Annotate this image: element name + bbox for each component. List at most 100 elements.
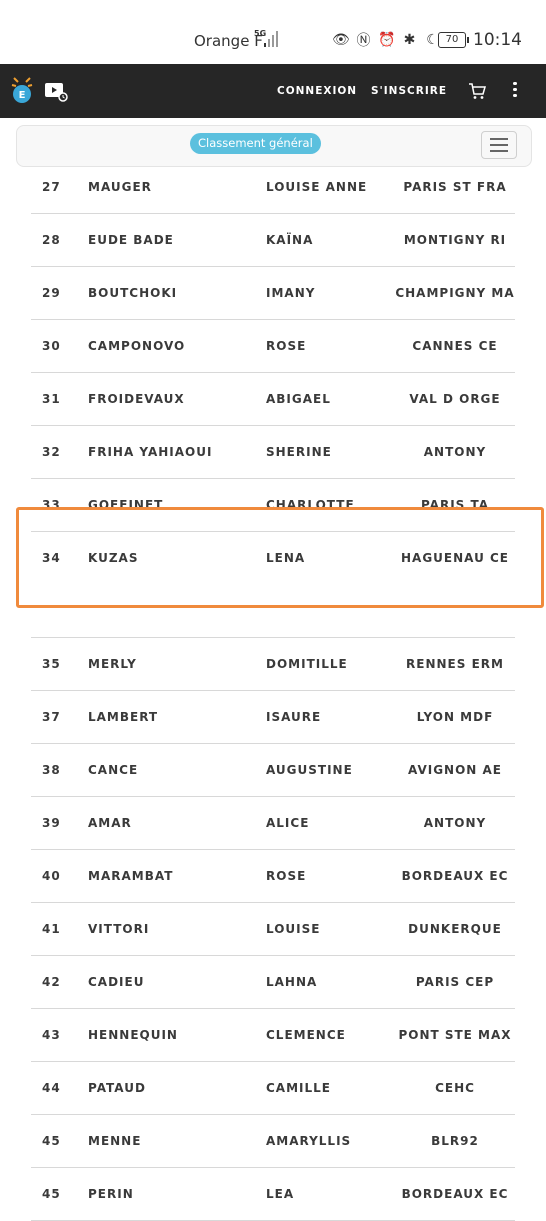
table-row[interactable]: 45 PERIN LEA BORDEAUX EC <box>31 1168 515 1221</box>
table-row[interactable]: 38 CANCE AUGUSTINE AVIGNON AE <box>31 744 515 797</box>
last-name-cell: KUZAS <box>88 551 139 565</box>
last-name-cell: CAMPONOVO <box>88 339 186 353</box>
table-row[interactable]: 35 MERLY DOMITILLE RENNES ERM <box>31 638 515 691</box>
first-name-cell: CLEMENCE <box>266 1028 346 1042</box>
svg-text:E: E <box>19 90 26 101</box>
club-cell: PARIS CEP <box>415 975 495 989</box>
app-bar: E CONNEXION S'INSCRIRE <box>0 64 546 118</box>
first-name-cell: LEA <box>266 1187 295 1201</box>
club-cell: ANTONY <box>423 816 487 830</box>
club-cell: PARIS ST FRA <box>403 180 507 194</box>
rank-cell: 45 <box>42 1134 61 1148</box>
last-name-cell: CADIEU <box>88 975 145 989</box>
signup-link[interactable]: S'INSCRIRE <box>371 64 447 118</box>
first-name-cell: LOUISE ANNE <box>266 180 368 194</box>
club-cell: BORDEAUX EC <box>401 869 509 883</box>
rank-cell: 34 <box>42 551 61 565</box>
signal-strength-icon <box>264 31 278 47</box>
first-name-cell: AUGUSTINE <box>266 763 353 777</box>
video-icon[interactable] <box>44 82 68 102</box>
first-name-cell: ROSE <box>266 869 307 883</box>
table-row[interactable]: 28 EUDE BADE KAÏNA MONTIGNY RI <box>31 214 515 267</box>
rank-cell: 27 <box>42 180 61 194</box>
rank-cell: 45 <box>42 1187 61 1201</box>
nfc-icon: Ⓝ <box>356 33 371 49</box>
last-name-cell: FROIDEVAUX <box>88 392 185 406</box>
table-row[interactable]: 43 HENNEQUIN CLEMENCE PONT STE MAX <box>31 1009 515 1062</box>
rank-cell: 35 <box>42 657 61 671</box>
battery-level: 70 <box>445 34 459 45</box>
rank-cell: 30 <box>42 339 61 353</box>
filter-pill[interactable]: Classement général <box>190 133 321 154</box>
rank-cell: 29 <box>42 286 61 300</box>
last-name-cell: MERLY <box>88 657 137 671</box>
first-name-cell: CAMILLE <box>266 1081 331 1095</box>
club-cell: PONT STE MAX <box>398 1028 512 1042</box>
last-name-cell: PATAUD <box>88 1081 146 1095</box>
battery-icon: 70 <box>438 32 469 48</box>
club-cell: ANTONY <box>423 445 487 459</box>
rank-cell: 41 <box>42 922 61 936</box>
first-name-cell: KAÏNA <box>266 233 314 247</box>
table-row[interactable]: 42 CADIEU LAHNA PARIS CEP <box>31 956 515 1009</box>
last-name-cell: HENNEQUIN <box>88 1028 178 1042</box>
last-name-cell: BOUTCHOKI <box>88 286 178 300</box>
first-name-cell: ABIGAEL <box>266 392 331 406</box>
app-logo-icon[interactable]: E <box>10 76 34 106</box>
rank-cell: 37 <box>42 710 61 724</box>
rank-cell: 28 <box>42 233 61 247</box>
first-name-cell: LAHNA <box>266 975 318 989</box>
last-name-cell: VITTORI <box>88 922 150 936</box>
rank-cell: 44 <box>42 1081 61 1095</box>
club-cell: LYON MDF <box>416 710 494 724</box>
login-link[interactable]: CONNEXION <box>277 64 357 118</box>
table-row[interactable]: 32 FRIHA YAHIAOUI SHERINE ANTONY <box>31 426 515 479</box>
table-row[interactable]: 27 MAUGER LOUISE ANNE PARIS ST FRA <box>31 161 515 214</box>
last-name-cell: CANCE <box>88 763 139 777</box>
club-cell: VAL D ORGE <box>409 392 501 406</box>
table-row[interactable]: 44 PATAUD CAMILLE CEHC <box>31 1062 515 1115</box>
table-row[interactable]: 41 VITTORI LOUISE DUNKERQUE <box>31 903 515 956</box>
first-name-cell: ISAURE <box>266 710 322 724</box>
last-name-cell: EUDE BADE <box>88 233 174 247</box>
club-cell: RENNES ERM <box>406 657 504 671</box>
last-name-cell: LAMBERT <box>88 710 159 724</box>
first-name-cell: DOMITILLE <box>266 657 348 671</box>
rank-cell: 42 <box>42 975 61 989</box>
more-options-icon[interactable] <box>509 79 521 103</box>
club-cell: AVIGNON AE <box>407 763 503 777</box>
occluded-row-cover-top <box>19 510 541 528</box>
hamburger-menu-icon[interactable] <box>481 131 517 159</box>
table-row[interactable]: 30 CAMPONOVO ROSE CANNES CE <box>31 320 515 373</box>
first-name-cell: LENA <box>266 551 306 565</box>
last-name-cell: AMAR <box>88 816 132 830</box>
table-row[interactable]: 37 LAMBERT ISAURE LYON MDF <box>31 691 515 744</box>
club-cell: CHAMPIGNY MA <box>395 286 515 300</box>
club-cell: CEHC <box>435 1081 475 1095</box>
ranking-table: 27 MAUGER LOUISE ANNE PARIS ST FRA 28 EUDE BA… <box>31 161 515 1221</box>
first-name-cell: LOUISE <box>266 922 321 936</box>
club-cell: BORDEAUX EC <box>401 1187 509 1201</box>
last-name-cell: MAUGER <box>88 180 152 194</box>
last-name-cell: PERIN <box>88 1187 134 1201</box>
first-name-cell: AMARYLLIS <box>266 1134 352 1148</box>
carrier-name: Orange F <box>194 32 263 50</box>
club-cell: HAGUENAU CE <box>400 551 509 565</box>
rank-cell: 43 <box>42 1028 61 1042</box>
club-cell: DUNKERQUE <box>408 922 502 936</box>
rank-cell: 40 <box>42 869 61 883</box>
table-row[interactable]: 40 MARAMBAT ROSE BORDEAUX EC <box>31 850 515 903</box>
rank-cell: 31 <box>42 392 61 406</box>
rank-cell: 38 <box>42 763 61 777</box>
table-row[interactable]: 39 AMAR ALICE ANTONY <box>31 797 515 850</box>
rank-cell: 39 <box>42 816 61 830</box>
table-row[interactable]: 45 MENNE AMARYLLIS BLR92 <box>31 1115 515 1168</box>
table-row[interactable]: 34 KUZAS LENA HAGUENAU CE <box>31 532 515 585</box>
cart-icon[interactable] <box>468 82 486 100</box>
filter-bar: Classement général <box>16 125 532 167</box>
table-row[interactable]: 31 FROIDEVAUX ABIGAEL VAL D ORGE <box>31 373 515 426</box>
clock: 10:14 <box>473 30 522 50</box>
table-row[interactable]: 29 BOUTCHOKI IMANY CHAMPIGNY MA <box>31 267 515 320</box>
first-name-cell: ALICE <box>266 816 310 830</box>
club-cell: MONTIGNY RI <box>403 233 507 247</box>
